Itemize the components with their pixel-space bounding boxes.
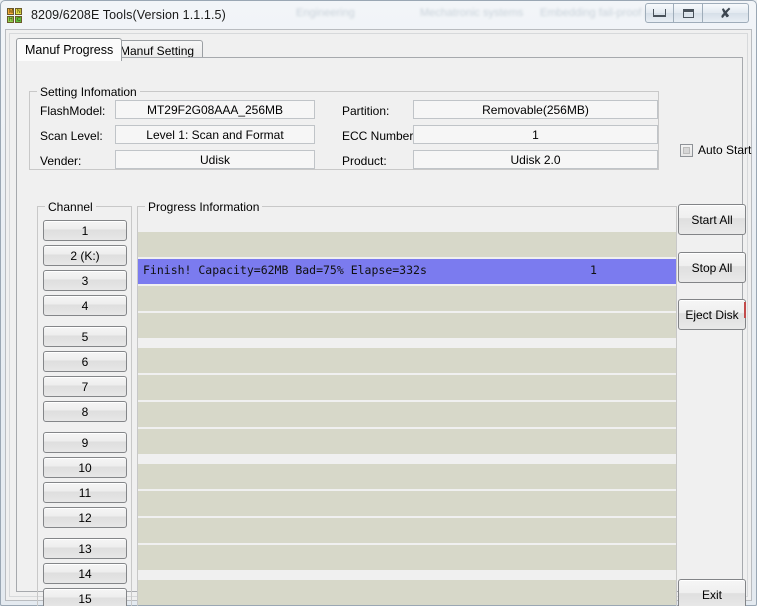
progress-row[interactable]: [138, 464, 676, 489]
channel-button[interactable]: 11: [43, 482, 127, 503]
start-all-label: Start All: [691, 212, 733, 227]
tab-manuf-progress[interactable]: Manuf Progress: [16, 38, 123, 61]
flashmodel-value: MT29F2G08AAA_256MB: [115, 100, 315, 119]
channel-button[interactable]: 13: [43, 538, 127, 559]
vender-label: Vender:: [40, 154, 82, 168]
maximize-button[interactable]: [674, 3, 703, 23]
close-icon: ✘: [719, 5, 732, 21]
product-label: Product:: [342, 154, 387, 168]
stop-all-label: Stop All: [691, 260, 733, 275]
eject-disk-button[interactable]: Eject Disk: [678, 299, 746, 330]
progress-row[interactable]: [138, 402, 676, 427]
auto-start-checkbox[interactable]: Auto Start: [680, 143, 751, 157]
progress-row[interactable]: [138, 375, 676, 400]
channel-button-label: 15: [78, 591, 92, 606]
channel-group: Channel 12 (K:)345678910111213141516: [37, 200, 132, 606]
tab-manuf-setting-label: Manuf Setting: [120, 43, 195, 58]
progress-row[interactable]: [138, 313, 676, 338]
scan-level-value: Level 1: Scan and Format: [115, 125, 315, 144]
channel-button[interactable]: 15: [43, 588, 127, 606]
exit-button[interactable]: Exit: [678, 579, 746, 606]
progress-row[interactable]: [138, 286, 676, 311]
progress-row[interactable]: [138, 545, 676, 570]
progress-row[interactable]: [138, 580, 676, 605]
progress-row[interactable]: [138, 232, 676, 257]
channel-button-label: 10: [78, 460, 92, 475]
channel-button-label: 14: [78, 566, 92, 581]
stop-all-button[interactable]: Stop All: [678, 252, 746, 283]
flashmodel-label: FlashModel:: [40, 104, 106, 118]
client-area: Manuf Progress Manuf Setting Setting Inf…: [5, 29, 752, 606]
background-ghost-text-2: Mechatronic systems: [420, 7, 524, 19]
ecc-number-value: 1: [413, 125, 658, 144]
eject-disk-label: Eject Disk: [685, 307, 739, 322]
product-value: Udisk 2.0: [413, 150, 658, 169]
channel-button[interactable]: 14: [43, 563, 127, 584]
vender-value: Udisk: [115, 150, 315, 169]
channel-button[interactable]: 6: [43, 351, 127, 372]
progress-row-count: 1: [590, 263, 597, 277]
start-all-button[interactable]: Start All: [678, 204, 746, 235]
progress-row-list[interactable]: Finish! Capacity=62MB Bad=75% Elapse=332…: [138, 219, 676, 606]
channel-group-title: Channel: [45, 200, 96, 214]
ecc-number-label: ECC Number:: [342, 129, 417, 143]
channel-button[interactable]: 9: [43, 432, 127, 453]
channel-button[interactable]: 10: [43, 457, 127, 478]
close-button[interactable]: ✘: [703, 3, 749, 23]
partition-value: Removable(256MB): [413, 100, 658, 119]
channel-button-label: 1: [81, 223, 89, 238]
minimize-button[interactable]: [645, 3, 674, 23]
background-ghost-text-1: Engineering: [296, 7, 355, 19]
channel-button-label: 12: [78, 510, 92, 525]
progress-row[interactable]: [138, 491, 676, 516]
progress-row[interactable]: [138, 429, 676, 454]
channel-button-label: 9: [81, 435, 89, 450]
channel-button-label: 13: [78, 541, 92, 556]
progress-row-text: Finish! Capacity=62MB Bad=75% Elapse=332…: [143, 263, 427, 277]
channel-button-label: 4: [81, 298, 89, 313]
inner-panel: Manuf Progress Manuf Setting Setting Inf…: [9, 33, 751, 606]
application-window: M N H C 8209/6208E Tools(Version 1.1.1.5…: [0, 0, 757, 606]
channel-button-label: 7: [81, 379, 89, 394]
scan-level-label: Scan Level:: [40, 129, 103, 143]
channel-button[interactable]: 4: [43, 295, 127, 316]
channel-button[interactable]: 5: [43, 326, 127, 347]
window-controls: ✘: [645, 3, 749, 23]
channel-button[interactable]: 2 (K:): [43, 245, 127, 266]
setting-information-title: Setting Infomation: [37, 85, 140, 99]
channel-button-label: 8: [81, 404, 89, 419]
progress-row[interactable]: [138, 348, 676, 373]
channel-button-label: 11: [78, 485, 92, 500]
channel-button-label: 3: [81, 273, 89, 288]
progress-information-group: Progress Information Finish! Capacity=62…: [137, 200, 677, 606]
edge-artifact: [744, 302, 746, 318]
channel-button-label: 6: [81, 354, 89, 369]
channel-button[interactable]: 1: [43, 220, 127, 241]
partition-label: Partition:: [342, 104, 390, 118]
progress-information-title: Progress Information: [145, 200, 263, 214]
app-blocks-icon: M N H C: [7, 7, 22, 23]
tab-manuf-progress-label: Manuf Progress: [25, 43, 114, 57]
setting-information-group: Setting Infomation FlashModel: MT29F2G08…: [29, 85, 659, 170]
exit-label: Exit: [701, 587, 722, 602]
maximize-icon: [682, 8, 694, 18]
minimize-icon: [653, 9, 666, 17]
channel-button-label: 5: [81, 329, 89, 344]
channel-button[interactable]: 3: [43, 270, 127, 291]
progress-row[interactable]: [138, 518, 676, 543]
tab-panel-manuf-progress: Setting Infomation FlashModel: MT29F2G08…: [16, 57, 751, 606]
channel-button-label: 2 (K:): [70, 248, 100, 263]
auto-start-label: Auto Start: [698, 143, 752, 157]
progress-row[interactable]: Finish! Capacity=62MB Bad=75% Elapse=332…: [138, 259, 676, 284]
window-title: 8209/6208E Tools(Version 1.1.1.5): [31, 8, 226, 22]
checkbox-icon[interactable]: [680, 143, 693, 157]
channel-button[interactable]: 8: [43, 401, 127, 422]
channel-button[interactable]: 12: [43, 507, 127, 528]
channel-button[interactable]: 7: [43, 376, 127, 397]
